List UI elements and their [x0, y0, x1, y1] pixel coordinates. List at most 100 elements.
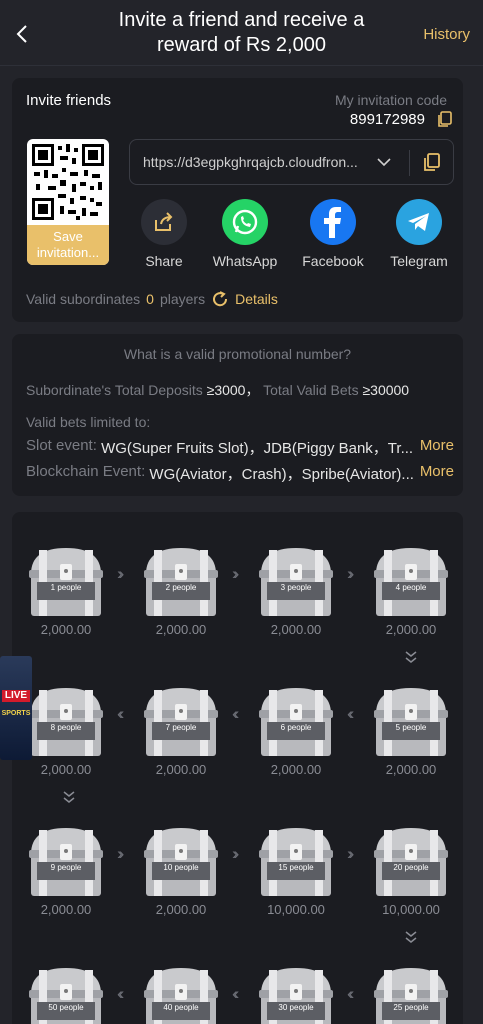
treasure-chest-icon: [29, 828, 103, 896]
reward-chest[interactable]: 9 people: [25, 824, 107, 900]
share-icon: [141, 199, 187, 245]
chest-people-label: 6 people: [280, 723, 312, 732]
share-label: Share: [145, 253, 183, 269]
reward-amount: 2,000.00: [385, 762, 437, 777]
back-arrow-icon[interactable]: [12, 22, 32, 46]
double-chevron-left-icon: ‹‹: [347, 704, 355, 723]
treasure-chest-icon: [374, 548, 448, 616]
treasure-chest-icon: [374, 688, 448, 756]
invite-friends-label: Invite friends: [26, 92, 112, 109]
chest-people-label: 4 people: [395, 583, 427, 592]
reward-chest[interactable]: 15 people: [255, 824, 337, 900]
reward-chest[interactable]: 2 people: [140, 544, 222, 620]
treasure-chest-icon: [29, 548, 103, 616]
reward-chest[interactable]: 4 people: [370, 544, 452, 620]
treasure-chest-icon: [259, 968, 333, 1024]
page-title: Invite a friend and receive a reward of …: [118, 8, 365, 56]
share-option-facebook[interactable]: Facebook: [293, 199, 373, 269]
double-chevron-down-icon: [404, 650, 418, 669]
share-option-whatsapp[interactable]: WhatsApp: [205, 199, 285, 269]
treasure-chest-icon: [144, 968, 218, 1024]
reward-amount: 2,000.00: [270, 762, 322, 777]
chest-people-label: 10 people: [163, 863, 199, 872]
deposit-requirement: Subordinate's Total Deposits ≥3000， Tota…: [26, 380, 409, 400]
history-link[interactable]: History: [423, 26, 470, 43]
reward-chest[interactable]: 30 people: [255, 964, 337, 1024]
valid-number-question: What is a valid promotional number?: [123, 346, 352, 362]
slot-more-link[interactable]: More: [420, 437, 454, 458]
share-option-telegram[interactable]: Telegram: [379, 199, 459, 269]
chest-people-label: 40 people: [163, 1003, 199, 1012]
chevron-down-icon[interactable]: [376, 156, 392, 168]
sports-badge-text: SPORTS: [1, 710, 31, 717]
save-invitation-button[interactable]: Save invitation...: [27, 225, 109, 265]
double-chevron-left-icon: ‹‹: [347, 984, 355, 1003]
valid-subordinates-row: Valid subordinates 0 players Details: [26, 290, 278, 308]
chest-people-label: 8 people: [50, 723, 82, 732]
reward-amount: 2,000.00: [155, 762, 207, 777]
double-chevron-left-icon: ‹‹: [117, 704, 125, 723]
chest-people-label: 30 people: [278, 1003, 314, 1012]
blockchain-event-label: Blockchain Event:: [26, 463, 146, 480]
reward-chest[interactable]: 10 people: [140, 824, 222, 900]
blockchain-event-value: WG(Aviator，Crash)，Spribe(Aviator)...: [149, 466, 414, 483]
reward-chest[interactable]: 5 people: [370, 684, 452, 760]
chest-people-label: 20 people: [393, 863, 429, 872]
treasure-chest-icon: [144, 548, 218, 616]
qr-code: Save invitation...: [27, 139, 109, 265]
share-option-share[interactable]: Share: [124, 199, 204, 269]
treasure-chest-icon: [374, 828, 448, 896]
refresh-icon[interactable]: [211, 290, 229, 308]
slot-event-label: Slot event:: [26, 437, 97, 454]
blockchain-event-line: Blockchain Event: WG(Aviator，Crash)，Spri…: [26, 463, 454, 484]
blockchain-more-link[interactable]: More: [420, 463, 454, 484]
valid-subordinates-unit: players: [159, 291, 206, 307]
reward-amount: 10,000.00: [267, 902, 325, 917]
chest-people-label: 2 people: [165, 583, 197, 592]
details-link[interactable]: Details: [235, 291, 278, 307]
chest-people-label: 15 people: [278, 863, 314, 872]
bets-label: Total Valid Bets: [263, 382, 359, 398]
slot-event-value: WG(Super Fruits Slot)，JDB(Piggy Bank，Tr.…: [101, 440, 414, 457]
bets-value: ≥30000: [362, 382, 410, 398]
valid-subordinates-label: Valid subordinates: [26, 291, 141, 307]
reward-chest[interactable]: 8 people: [25, 684, 107, 760]
treasure-chest-icon: [29, 688, 103, 756]
treasure-chest-icon: [144, 828, 218, 896]
reward-chest[interactable]: 25 people: [370, 964, 452, 1024]
treasure-chest-icon: [144, 688, 218, 756]
treasure-chest-icon: [374, 968, 448, 1024]
double-chevron-right-icon: ››: [232, 844, 240, 863]
copy-link-icon[interactable]: [423, 153, 441, 172]
reward-chest[interactable]: 3 people: [255, 544, 337, 620]
treasure-chest-icon: [259, 828, 333, 896]
invitation-code-value: 899172989: [349, 111, 425, 128]
reward-chest[interactable]: 20 people: [370, 824, 452, 900]
invitation-link-field[interactable]: https://d3egpkghrqajcb.cloudfron...: [129, 139, 454, 185]
double-chevron-right-icon: ››: [117, 564, 125, 583]
treasure-chest-icon: [259, 688, 333, 756]
double-chevron-right-icon: ››: [347, 564, 355, 583]
facebook-icon: [310, 199, 356, 245]
reward-chest[interactable]: 50 people: [25, 964, 107, 1024]
reward-amount: 10,000.00: [382, 902, 440, 917]
reward-chest[interactable]: 7 people: [140, 684, 222, 760]
promotion-info-card: What is a valid promotional number? Subo…: [12, 334, 463, 496]
invitation-link-text: https://d3egpkghrqajcb.cloudfron...: [143, 154, 358, 170]
invitation-code-label: My invitation code: [334, 92, 447, 108]
live-badge-text: LIVE: [2, 690, 30, 702]
reward-chest[interactable]: 40 people: [140, 964, 222, 1024]
copy-code-icon[interactable]: [437, 111, 453, 128]
valid-subordinates-count: 0: [146, 291, 154, 307]
chest-people-label: 9 people: [50, 863, 82, 872]
live-sports-badge[interactable]: LIVE SPORTS: [0, 656, 32, 760]
facebook-label: Facebook: [302, 253, 364, 269]
double-chevron-down-icon: [62, 790, 76, 809]
link-divider: [409, 150, 410, 176]
reward-chest[interactable]: 1 people: [25, 544, 107, 620]
whatsapp-icon: [222, 199, 268, 245]
reward-amount: 2,000.00: [40, 622, 92, 637]
reward-chest[interactable]: 6 people: [255, 684, 337, 760]
telegram-icon: [396, 199, 442, 245]
rewards-grid: 1 people 2,000.00 2 people 2,000.00 3 peop…: [12, 512, 463, 1024]
